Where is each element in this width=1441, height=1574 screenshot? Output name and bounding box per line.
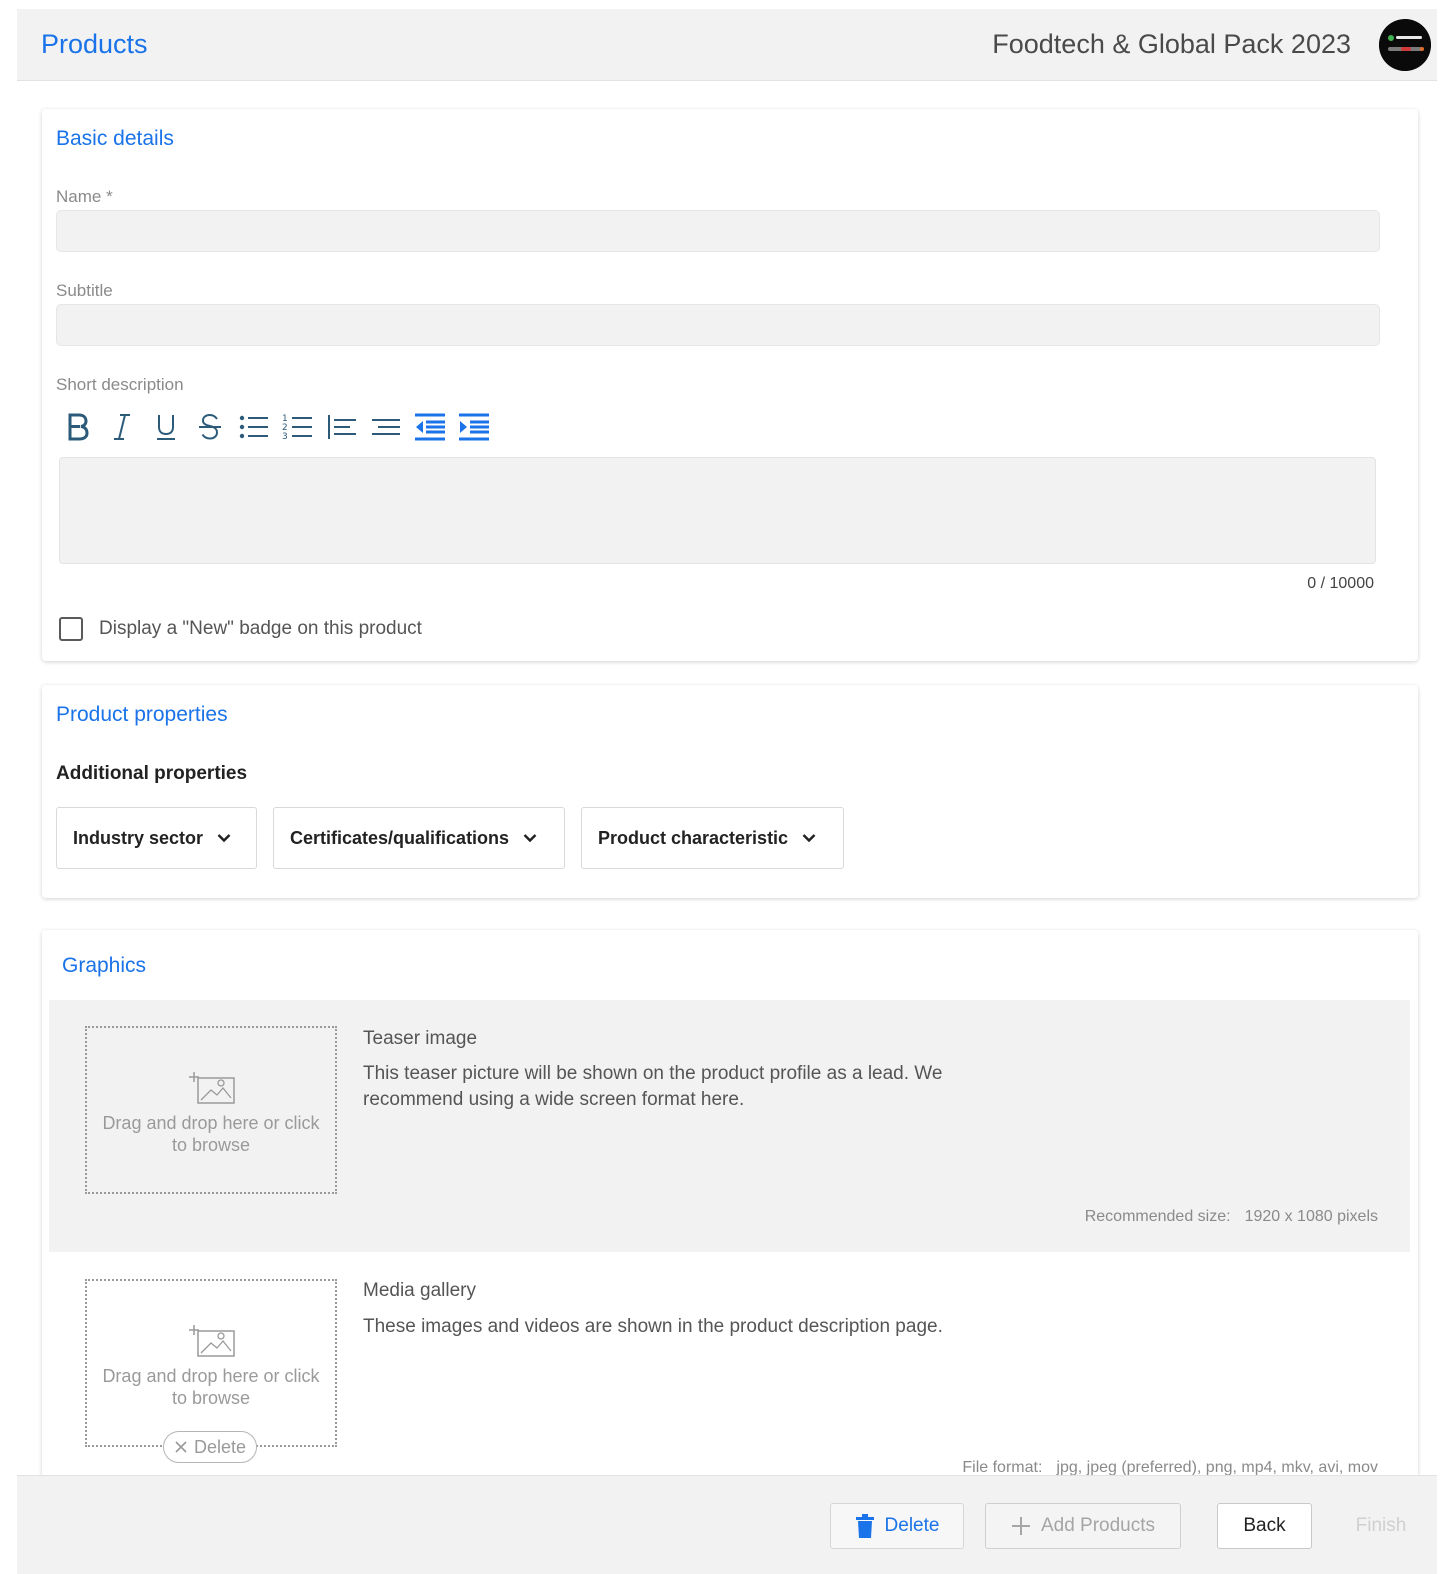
product-characteristic-dropdown[interactable]: Product characteristic xyxy=(581,807,844,869)
delete-button-label: Delete xyxy=(884,1515,940,1536)
delete-button[interactable]: Delete xyxy=(830,1503,964,1549)
add-image-icon xyxy=(189,1325,235,1357)
bold-icon[interactable] xyxy=(56,407,100,447)
product-characteristic-label: Product characteristic xyxy=(598,827,789,848)
product-properties-title: Product properties xyxy=(56,703,228,726)
file-format-value: jpg, jpeg (preferred), png, mp4, mkv, av… xyxy=(1056,1459,1378,1476)
back-button[interactable]: Back xyxy=(1217,1503,1312,1549)
media-dropzone-text: Drag and drop here or click to browse xyxy=(102,1366,320,1408)
event-name: Foodtech & Global Pack 2023 xyxy=(992,29,1351,59)
media-delete-button[interactable]: Delete xyxy=(163,1431,258,1463)
subtitle-input[interactable] xyxy=(56,304,1380,346)
finish-button[interactable]: Finish xyxy=(1339,1503,1423,1549)
bulleted-list-icon[interactable] xyxy=(232,407,276,447)
teaser-image-title: Teaser image xyxy=(363,1028,478,1049)
recommended-size-value: 1920 x 1080 pixels xyxy=(1244,1208,1378,1225)
industry-sector-dropdown[interactable]: Industry sector xyxy=(56,807,257,869)
italic-icon[interactable] xyxy=(100,407,144,447)
product-properties-card: Product properties Additional properties… xyxy=(42,685,1418,898)
certificates-dropdown[interactable]: Certificates/qualifications xyxy=(273,807,565,869)
industry-sector-label: Industry sector xyxy=(73,827,204,848)
add-products-label: Add Products xyxy=(1040,1515,1156,1536)
additional-properties-heading: Additional properties xyxy=(56,763,248,784)
chevron-down-icon xyxy=(802,833,816,843)
footer-action-bar: Delete Add Products Back Finish xyxy=(17,1475,1437,1574)
new-badge-checkbox[interactable] xyxy=(59,617,83,641)
close-icon xyxy=(175,1441,187,1453)
character-count: 0 / 10000 xyxy=(1307,575,1374,592)
svg-text:3: 3 xyxy=(282,432,288,442)
name-input[interactable] xyxy=(56,210,1380,252)
certificates-label: Certificates/qualifications xyxy=(290,827,510,848)
subtitle-label: Subtitle xyxy=(56,281,113,300)
strikethrough-icon[interactable] xyxy=(188,407,232,447)
basic-details-card: Basic details Name * Subtitle Short desc… xyxy=(42,109,1418,661)
teaser-recommended-size: Recommended size: 1920 x 1080 pixels xyxy=(1085,1208,1378,1226)
media-gallery-description: These images and videos are shown in the… xyxy=(363,1316,943,1337)
media-gallery-section: Drag and drop here or click to browse De… xyxy=(49,1252,1410,1476)
basic-details-title: Basic details xyxy=(56,127,174,150)
chevron-down-icon xyxy=(217,833,231,843)
align-left-icon[interactable] xyxy=(320,407,364,447)
short-description-editor[interactable] xyxy=(59,457,1376,564)
outdent-icon[interactable] xyxy=(408,407,452,447)
teaser-image-dropzone[interactable]: Drag and drop here or click to browse xyxy=(85,1026,337,1194)
media-gallery-dropzone[interactable]: Drag and drop here or click to browse De… xyxy=(85,1279,337,1463)
media-delete-label: Delete xyxy=(194,1436,247,1457)
event-logo-graphic xyxy=(1379,19,1431,71)
recommended-size-label: Recommended size: xyxy=(1084,1208,1231,1225)
new-badge-label: Display a "New" badge on this product xyxy=(99,618,422,639)
teaser-image-description: This teaser picture will be shown on the… xyxy=(363,1063,943,1110)
file-format-label: File format: xyxy=(962,1459,1043,1476)
underline-icon[interactable] xyxy=(144,407,188,447)
add-products-button[interactable]: Add Products xyxy=(985,1503,1181,1549)
teaser-dropzone-text: Drag and drop here or click to browse xyxy=(102,1113,320,1155)
numbered-list-icon[interactable]: 123 xyxy=(276,407,320,447)
event-logo-icon[interactable] xyxy=(1379,19,1431,71)
list-icon[interactable] xyxy=(364,407,408,447)
add-image-icon xyxy=(189,1072,235,1104)
rich-text-toolbar: 123 xyxy=(56,405,496,449)
page-title: Products xyxy=(41,29,148,59)
short-description-label: Short description xyxy=(56,375,184,394)
teaser-image-section: Drag and drop here or click to browse Te… xyxy=(49,1000,1410,1252)
trash-icon xyxy=(855,1514,875,1538)
name-label: Name * xyxy=(56,187,113,206)
plus-icon xyxy=(1011,1516,1031,1536)
app-header: Products Foodtech & Global Pack 2023 xyxy=(17,9,1437,81)
media-gallery-title: Media gallery xyxy=(363,1280,476,1301)
graphics-title: Graphics xyxy=(62,954,147,977)
indent-icon[interactable] xyxy=(452,407,496,447)
chevron-down-icon xyxy=(523,833,537,843)
new-badge-option[interactable]: Display a "New" badge on this product xyxy=(59,617,422,641)
graphics-card: Graphics Drag and drop here or click to … xyxy=(42,930,1418,1490)
